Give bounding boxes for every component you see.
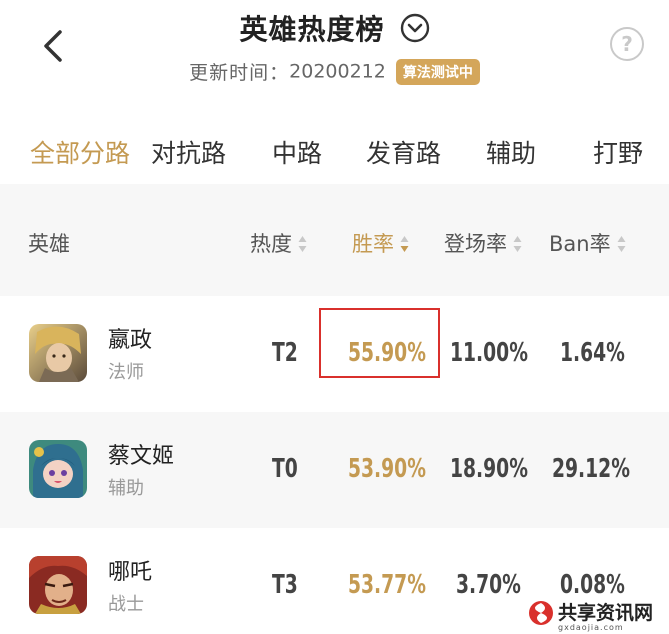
tab-clash-lane[interactable]: 对抗路	[151, 134, 226, 170]
column-header-heat[interactable]: 热度	[250, 228, 307, 258]
table-row[interactable]: 蔡文姬 辅助 T0 53.90% 18.90% 29.12%	[0, 412, 669, 528]
header: 英雄热度榜 更新时间：20200212 算法测试中 ?	[0, 0, 669, 110]
pick-rate-value: 3.70%	[456, 570, 521, 600]
title-bar: 英雄热度榜	[0, 8, 669, 48]
hero-role: 战士	[108, 594, 144, 615]
ying-zheng-avatar	[29, 324, 87, 382]
watermark: 共享资讯网 gxdaojia.com	[528, 596, 669, 634]
update-time-line: 更新时间：20200212 算法测试中	[0, 58, 669, 85]
tab-farm-lane[interactable]: 发育路	[366, 134, 441, 170]
pick-rate-value: 11.00%	[450, 338, 528, 368]
page-title: 英雄热度榜	[239, 13, 385, 46]
sort-icon	[513, 236, 522, 252]
tab-all-lanes[interactable]: 全部分路	[30, 134, 130, 170]
hero-role: 法师	[108, 362, 144, 383]
column-header-hero-label: 英雄	[28, 232, 70, 256]
pick-rate-value: 18.90%	[450, 454, 528, 484]
heat-tier: T0	[272, 454, 298, 484]
column-header-ban-rate[interactable]: Ban率	[549, 228, 626, 258]
hero-role: 辅助	[108, 478, 144, 499]
update-time-label: 更新时间：	[189, 62, 290, 84]
tab-jungle[interactable]: 打野	[593, 134, 643, 170]
column-header-pick-rate[interactable]: 登场率	[444, 228, 522, 258]
tab-support[interactable]: 辅助	[486, 134, 536, 170]
column-header-heat-label: 热度	[250, 232, 292, 256]
sort-descending-icon	[400, 236, 409, 252]
column-header-ban-rate-label: Ban率	[549, 232, 611, 256]
watermark-url: gxdaojia.com	[558, 623, 624, 632]
watermark-text: 共享资讯网	[558, 602, 654, 624]
nezha-avatar	[29, 556, 87, 614]
win-rate-value: 53.90%	[348, 454, 426, 484]
win-rate-value: 53.77%	[348, 570, 426, 600]
table-header: 英雄 热度 胜率 登场率 Ban率	[0, 184, 669, 296]
watermark-logo-icon	[529, 601, 553, 625]
ban-rate-value: 1.64%	[560, 338, 625, 368]
update-date: 20200212	[289, 60, 386, 83]
sort-icon	[617, 236, 626, 252]
beta-badge: 算法测试中	[395, 58, 480, 85]
help-icon[interactable]: ?	[610, 27, 644, 61]
column-header-pick-rate-label: 登场率	[444, 232, 507, 256]
hero-table: 英雄 热度 胜率 登场率 Ban率 嬴政 法师 T2 55.90% 11.00%…	[0, 184, 669, 634]
column-header-win-rate-label: 胜率	[352, 232, 394, 256]
lane-tabs: 全部分路 对抗路 中路 发育路 辅助 打野	[0, 118, 669, 184]
highlight-annotation-box	[319, 308, 440, 378]
sort-icon	[298, 236, 307, 252]
heat-tier: T3	[272, 570, 298, 600]
hero-name: 蔡文姬	[108, 444, 175, 469]
ban-rate-value: 29.12%	[552, 454, 630, 484]
heat-tier: T2	[272, 338, 298, 368]
column-header-win-rate[interactable]: 胜率	[352, 228, 409, 258]
hero-name: 嬴政	[108, 328, 153, 353]
hero-name: 哪吒	[108, 560, 153, 585]
chevron-down-icon[interactable]	[400, 13, 430, 43]
column-header-hero: 英雄	[28, 228, 70, 258]
tab-mid-lane[interactable]: 中路	[272, 134, 322, 170]
cai-wenji-avatar	[29, 440, 87, 498]
